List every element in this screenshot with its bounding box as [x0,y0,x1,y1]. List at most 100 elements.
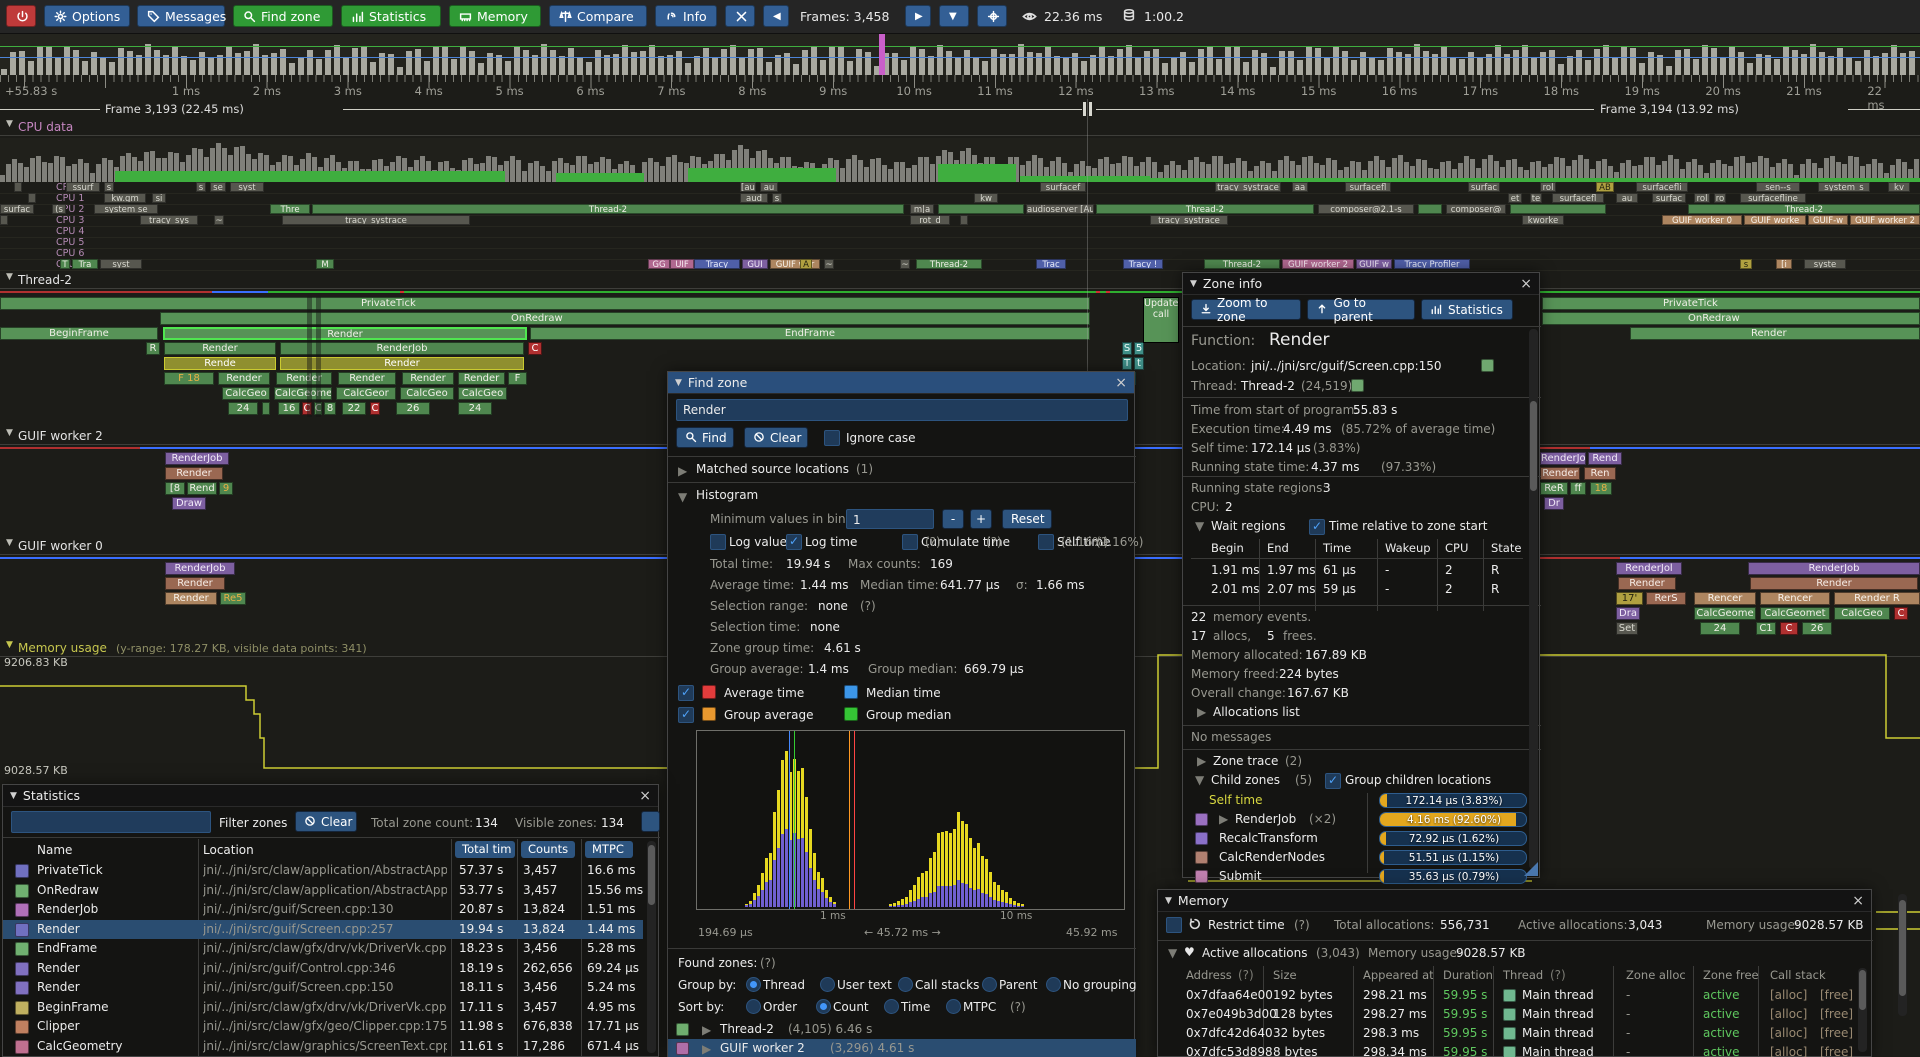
zone-bar[interactable]: 18 [1590,482,1612,495]
radio-button[interactable] [746,999,761,1014]
zone-bar[interactable]: 8 [324,402,336,415]
zone-bar[interactable]: OnRedraw [1542,312,1920,325]
cpu-zone-chip[interactable]: GUIF worker 2 [1282,259,1354,269]
cpu-zone-chip[interactable]: syst [230,182,264,192]
zone-bar[interactable]: RenderJol [1616,562,1682,575]
cpu-zone-chip[interactable]: Tracy [694,259,740,269]
zone-bar[interactable]: CalcGeo [1834,607,1890,620]
cpu-zone-chip[interactable]: aa [1292,182,1308,192]
cpu-zone-chip[interactable]: GUIF wor [770,259,820,269]
find-zone-button[interactable]: Find zone [233,5,333,27]
cpu-zone-chip[interactable]: au [760,182,778,192]
statistics-row[interactable]: EndFramejni/../jni/src/claw/gfx/drv/vk/D… [3,939,643,958]
zoom-to-zone-button[interactable]: Zoom to zone [1191,299,1301,320]
statistics-row[interactable]: Renderjni/../jni/src/guif/Screen.cpp:257… [3,920,643,939]
cpu-zone-chip[interactable]: surfacefline [1740,193,1806,203]
scrollbar-thumb[interactable] [1530,401,1537,491]
zone-bar[interactable]: 5 [1134,342,1144,355]
zone-bar[interactable]: C [370,402,380,415]
memory-scrollbar[interactable] [1858,968,1867,1052]
checkbox-log-values[interactable] [710,534,726,550]
zone-bar[interactable]: Render R [1834,592,1920,605]
resize-grip[interactable] [1524,862,1538,876]
zone-bar[interactable]: Rende [164,357,276,370]
cpu-zone-chip[interactable]: rol [1694,193,1710,203]
radio-button[interactable] [820,977,835,992]
frame-down-button[interactable]: ▼ [939,5,969,27]
collapse-icon[interactable]: ▼ [1190,279,1197,289]
zone-bar[interactable]: C [1894,607,1908,620]
zone-bar[interactable]: Render [338,372,396,385]
zone-bar[interactable]: PrivateTick [1542,297,1920,310]
tools-button[interactable] [725,5,755,27]
cpu-zone-chip[interactable]: system se [94,204,158,214]
group-children-checkbox[interactable]: ✓ [1325,773,1341,789]
cpu-zone-chip[interactable]: Trac [1036,259,1066,269]
window-find-zone[interactable]: ▼Find zone×RenderFindClearIgnore case▶Ma… [667,371,1135,1057]
statistics-row[interactable]: BeginFramejni/../jni/src/claw/gfx/drv/vk… [3,998,643,1017]
section-header-cpu-data[interactable]: ▼CPU data [0,119,1920,136]
cpu-zone-chip[interactable]: Tra [72,259,98,269]
prev-frame-button[interactable]: ◀ [763,5,789,27]
cpu-zone-chip[interactable] [28,193,36,203]
zone-bar[interactable]: CalcGeo [400,387,454,400]
memory-row[interactable]: 0x7e049b3d00128 bytes298.27 ms59.95 sMai… [1158,1005,1858,1024]
zone-bar[interactable]: Render [165,577,225,590]
cpu-zone-chip[interactable]: GUI [742,259,768,269]
collapse-icon[interactable]: ▼ [6,428,13,438]
bin-minus-button[interactable]: - [942,509,964,529]
clear-button[interactable]: Clear [744,427,808,448]
power-button[interactable] [6,5,36,27]
next-frame-button[interactable]: ▶ [905,5,931,27]
find-button[interactable]: Find [676,427,734,448]
zone-bar[interactable]: 26 [1802,622,1832,635]
cpu-zone-chip[interactable]: ro [1714,193,1726,203]
statistics-close-icon[interactable]: × [639,789,651,803]
scrollbar-thumb[interactable] [1899,900,1906,996]
checkbox-self-time[interactable] [1038,534,1054,550]
cpu-zone-chip[interactable]: kv [1888,182,1910,192]
bin-plus-button[interactable]: + [970,509,992,529]
zone-bar[interactable]: Render [1630,327,1920,340]
zone-bar[interactable]: Render [276,372,332,385]
frame-minimap[interactable] [0,33,1920,75]
cpu-zone-chip[interactable] [14,182,22,192]
zone-bar[interactable]: CalcGeo [222,387,270,400]
zone-bar[interactable]: Rend [1588,452,1622,465]
statistics-row[interactable]: OnRedrawjni/../jni/src/claw/application/… [3,881,643,900]
radio-button[interactable] [816,999,831,1014]
zone-bar[interactable]: Rencer [1694,592,1756,605]
zone-bar-update-call[interactable]: Updatecall [1143,297,1179,343]
cpu-zone-chip[interactable]: surfac [1468,182,1500,192]
child-zone-time-bar[interactable]: 72.92 μs (1.62%) [1379,831,1527,846]
cpu-zone-chip[interactable]: rot_d [910,215,950,225]
cpu-zone-chip[interactable]: AB [1596,182,1614,192]
zone-bar[interactable]: C [528,342,542,355]
find-zone-search-input[interactable]: Render [676,399,1128,421]
zone-bar[interactable]: Rencer [1760,592,1830,605]
child-zone-time-bar[interactable]: 51.51 μs (1.15%) [1379,850,1527,865]
zone-info-scrollbar[interactable] [1529,329,1538,869]
options-button[interactable]: Options [44,5,130,27]
go-to-parent-button[interactable]: Go to parent [1307,299,1415,320]
cpu-zone-chip[interactable]: GUIF-w [1808,215,1848,225]
zone-bar[interactable]: RenderJob [165,452,229,465]
zone-bar[interactable]: 24 [228,402,258,415]
statistics-row[interactable]: Renderjni/../jni/src/guif/Control.cpp:34… [3,959,643,978]
cpu-zone-chip[interactable]: aud [740,193,768,203]
cpu-zone-chip[interactable]: au [1616,193,1638,203]
cpu-zone-chip[interactable] [1510,204,1606,214]
cpu-zone-chip[interactable]: Thre [270,204,310,214]
cpu-zone-chip[interactable]: m|a [910,204,934,214]
scrollbar-thumb[interactable] [1859,970,1866,1010]
zone-statistics-button[interactable]: Statistics [1421,299,1513,320]
zone-bar[interactable]: Set [1616,622,1638,635]
cpu-zone-chip[interactable]: ~ [900,259,910,269]
cpu-zone-chip[interactable]: te [1530,193,1542,203]
cpu-zone-chip[interactable]: Thread-2 [1096,204,1314,214]
cpu-zone-chip[interactable]: GUIF worker 0 [1662,215,1742,225]
zone-bar[interactable] [262,402,270,415]
cpu-zone-chip[interactable]: T [60,259,70,269]
zone-bar[interactable]: Dra [1616,607,1640,620]
compare-button[interactable]: Compare [549,5,647,27]
